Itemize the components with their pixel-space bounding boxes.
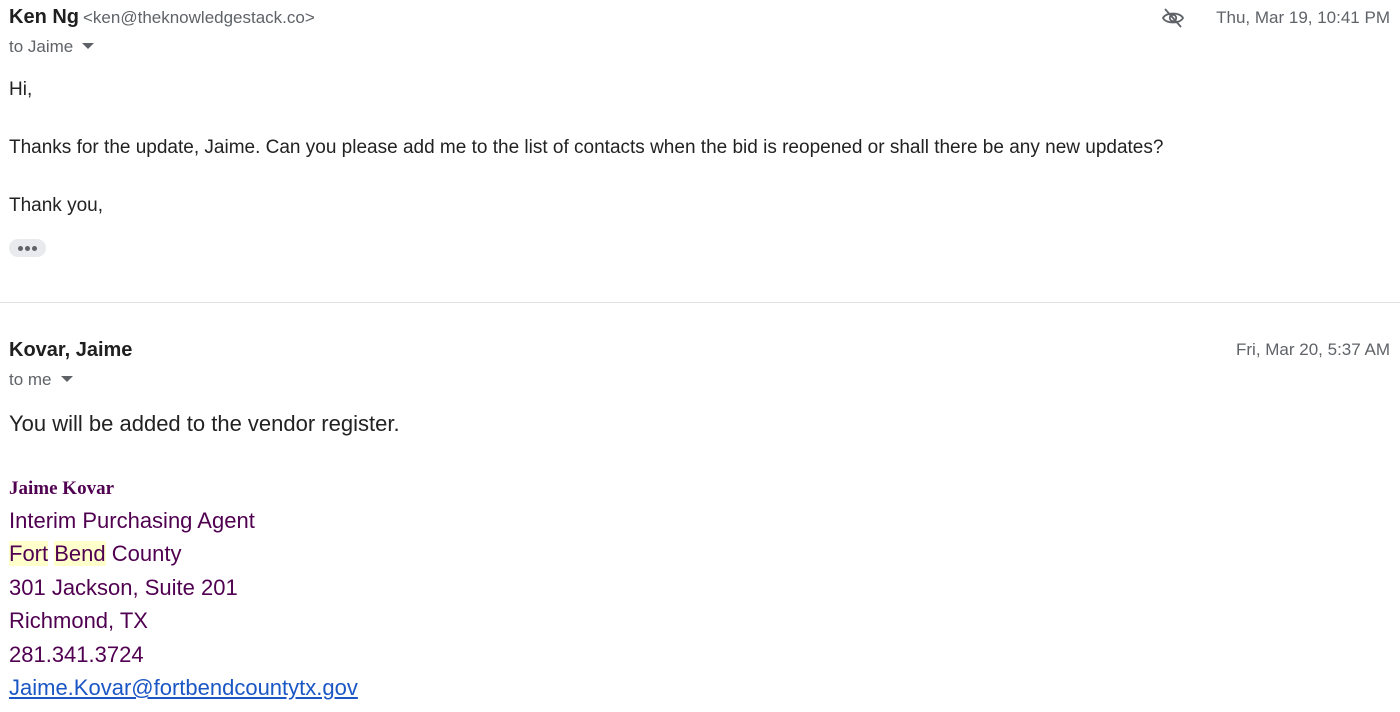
signature-email-link[interactable]: Jaime.Kovar@fortbendcountytx.gov xyxy=(9,675,358,700)
signature-phone: 281.341.3724 xyxy=(9,642,144,667)
sender-name[interactable]: Kovar, Jaime xyxy=(9,339,132,361)
body-greeting: Hi, xyxy=(9,79,33,100)
signature-title: Interim Purchasing Agent xyxy=(9,508,255,533)
body-closing: Thank you, xyxy=(9,195,103,216)
sender-line: Ken Ng <ken@theknowledgestack.co> xyxy=(9,5,315,30)
sender-line: Kovar, Jaime xyxy=(9,338,132,362)
more-horizontal-icon xyxy=(18,246,23,251)
show-trimmed-content-button[interactable] xyxy=(9,239,46,257)
signature-city: Richmond, TX xyxy=(9,608,148,633)
message-divider xyxy=(0,302,1400,303)
body-paragraph: Thanks for the update, Jaime. Can you pl… xyxy=(9,137,1164,158)
sender-name[interactable]: Ken Ng xyxy=(9,6,79,28)
signature-organization: Fort Bend County xyxy=(9,540,181,568)
highlighted-text: Fort xyxy=(9,541,49,566)
message-date: Fri, Mar 20, 5:37 AM xyxy=(1236,340,1390,359)
recipient-label: to Jaime xyxy=(9,37,74,56)
message-body: You will be added to the vendor register… xyxy=(9,411,400,436)
recipient-dropdown[interactable]: to me xyxy=(9,370,73,390)
signature-address: 301 Jackson, Suite 201 xyxy=(9,575,238,600)
eye-off-icon[interactable] xyxy=(1161,7,1185,29)
email-message-ken: Ken Ng <ken@theknowledgestack.co> to Jaim… xyxy=(0,0,1400,302)
highlighted-text: Bend xyxy=(54,541,106,566)
signature-email-container: Jaime.Kovar@fortbendcountytx.gov xyxy=(9,674,358,702)
recipient-label: to me xyxy=(9,370,52,389)
chevron-down-icon xyxy=(60,375,73,382)
signature-org-suffix: County xyxy=(111,541,182,566)
sender-email: <ken@theknowledgestack.co> xyxy=(83,8,315,27)
message-date: Thu, Mar 19, 10:41 PM xyxy=(1216,8,1390,27)
signature-name: Jaime Kovar xyxy=(9,478,115,499)
recipient-dropdown[interactable]: to Jaime xyxy=(9,37,95,57)
chevron-down-icon xyxy=(82,42,95,49)
